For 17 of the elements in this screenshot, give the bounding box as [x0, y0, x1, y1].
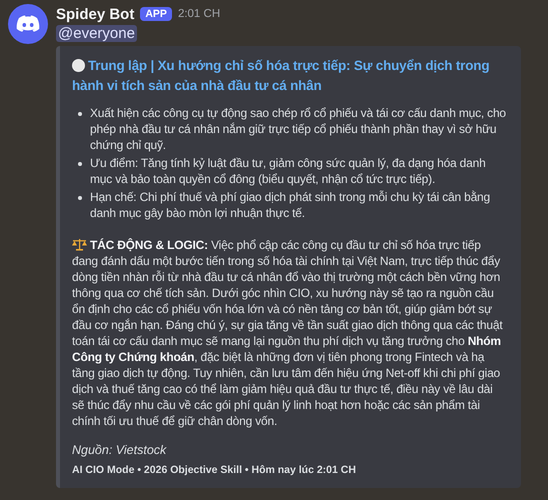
scales-icon [72, 238, 87, 251]
timestamp: 2:01 CH [178, 8, 220, 20]
bot-avatar[interactable] [8, 4, 48, 44]
circle-icon [72, 59, 85, 72]
bullet-icon [78, 196, 82, 200]
mention[interactable]: @everyone [56, 25, 137, 42]
embed-footer: AI CIO Mode • 2026 Objective Skill • Hôm nay lúc 2:01 CH [72, 464, 507, 476]
author-name[interactable]: Spidey Bot [56, 6, 134, 22]
impact-paragraph: TÁC ĐỘNG & LOGIC: Việc phổ cập các công cụ đầu tư chỉ số hóa trực tiếp đang đánh dấu một bước tiến trong số hóa tài chính tại Việt Nam, trực tiếp thúc đẩy dòng tiền nhàn rỗi từ nhà đầu tư cá nhân đổ vào thị trường một cách bền vững hơn thông qua cơ chế tích sản. Dưới góc nhìn CIO, xu hướng này sẽ tạo ra nguồn cầu ổn định cho các cổ phiếu vốn hóa lớn và có nền tảng cơ bản tốt, giúp giảm bớt sự đầu cơ ngắn hạn. Đáng chú ý, sự gia tăng về tần suất giao dịch thông qua các thuật toán tái cơ cấu danh mục sẽ mang lại nguồn thu phí dịch vụ tăng trưởng cho Nhóm Công ty Chứng khoán, đặc biệt là những đơn vị tiên phong trong Fintech và hạ tầng giao dịch tự động. Tuy nhiên, cần lưu tâm đến hiệu ứng Net-off khi chi phí giao dịch và thuế tăng cao có thể làm giảm hiệu quả đầu tư thực tế, điều này về lâu dài sẽ thúc đẩy nhu cầu về các gói phí quản lý linh hoạt hơn hoặc các sản phẩm tài chính tối ưu thuế để giữ chân dòng vốn. [72, 237, 504, 429]
source-text: Nguồn: Vietstock [72, 443, 168, 457]
embed-title[interactable]: Trung lập | Xu hướng chỉ số hóa trực tiếp: Sự chuyển dịch trong hành vi tích sản của nhà đầu tư cá nhân [72, 56, 507, 96]
bullet-item: Ưu điểm: Tăng tính kỷ luật đầu tư, giảm công sức quản lý, đa dạng hóa danh mục và bảo toàn quyền cổ đông (biểu quyết, nhận cổ tức trực tiếp). [90, 155, 487, 187]
app-badge: APP [140, 7, 172, 21]
bullet-icon [78, 162, 82, 166]
bullet-item: Xuất hiện các công cụ tự động sao chép rổ cổ phiếu và tái cơ cấu danh mục, cho phép nhà đầu tư cá nhân nắm giữ trực tiếp cổ phiếu thành phần thay vì sở hữu chứng chỉ quỹ. [90, 105, 507, 153]
bullet-item: Hạn chế: Chi phí thuế và phí giao dịch phát sinh trong mỗi chu kỳ tái cân bằng danh mục gây bào mòn lợi nhuận thực tế. [90, 189, 491, 221]
bullet-icon [78, 112, 82, 116]
